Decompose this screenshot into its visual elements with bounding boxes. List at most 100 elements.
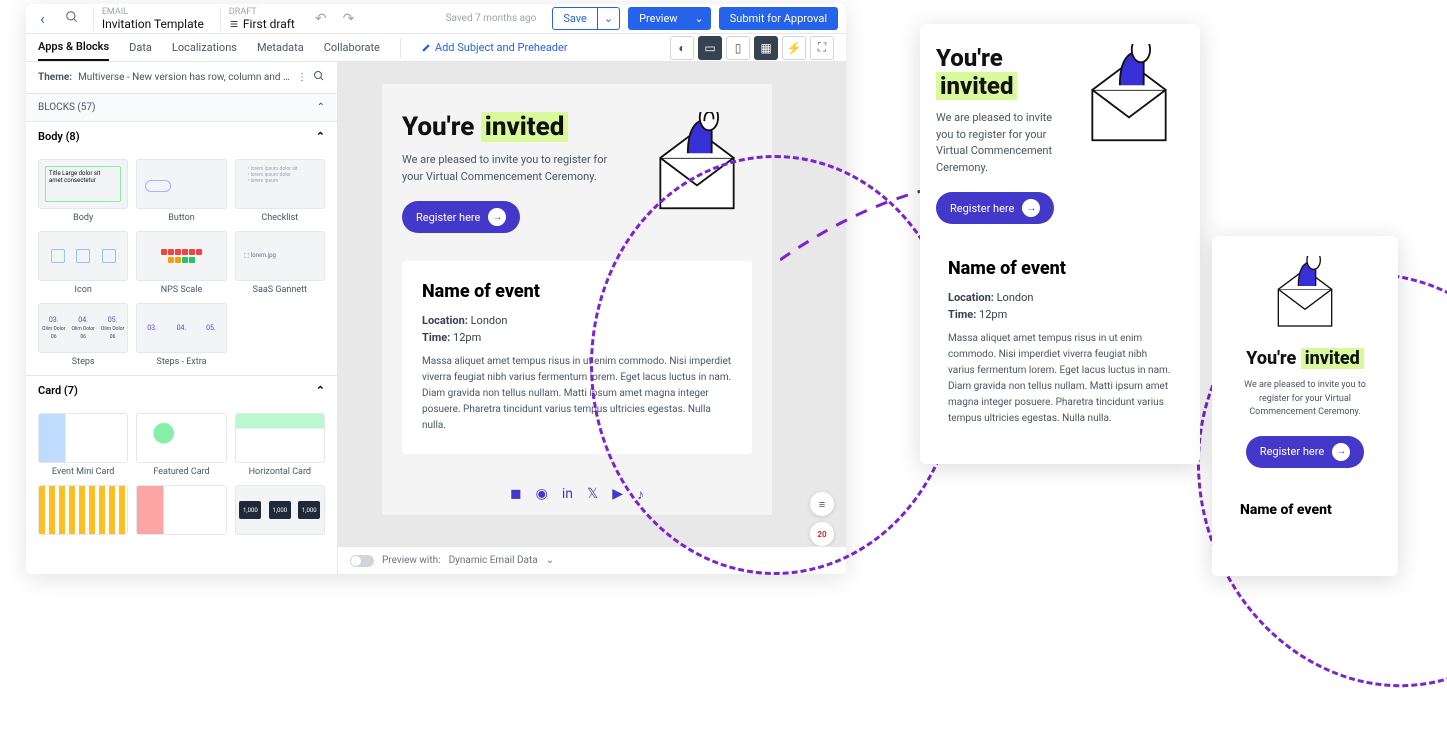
block-checklist[interactable]: Checklist <box>235 159 325 223</box>
breadcrumb-email[interactable]: EMAIL Invitation Template <box>93 7 212 31</box>
register-button[interactable]: Register here→ <box>402 201 520 233</box>
list-icon <box>229 19 239 29</box>
event-name: Name of event <box>422 281 732 302</box>
preview-dropdown[interactable]: ⌄ <box>689 7 711 30</box>
youtube-icon[interactable]: ▶ <box>612 486 623 503</box>
search-icon[interactable] <box>59 10 85 27</box>
block-event-mini[interactable]: Event Mini Card <box>38 413 128 477</box>
layers-icon[interactable]: ≡ <box>810 492 834 516</box>
block-card-4[interactable] <box>38 485 128 535</box>
theme-more-icon[interactable]: ⋮ <box>297 72 307 83</box>
save-dropdown[interactable]: ⌄ <box>598 7 620 30</box>
event-description: Massa aliquet amet tempus risus in ut en… <box>422 354 732 434</box>
tab-collaborate[interactable]: Collaborate <box>324 35 380 60</box>
canvas[interactable]: You're invited We are pleased to invite … <box>338 62 846 574</box>
arrow-icon: → <box>1022 199 1040 217</box>
mobile-preview: You're invited We are pleased to invite … <box>1212 236 1398 576</box>
arrow-icon: → <box>1332 443 1350 461</box>
theme-search-icon[interactable] <box>313 70 325 85</box>
settings-icon[interactable]: ⚡ <box>782 36 806 60</box>
blocks-section-header[interactable]: BLOCKS (57)⌃ <box>26 93 337 121</box>
hero-title: You're invited <box>402 112 630 142</box>
theme-name: Multiverse - New version has row, column… <box>78 72 291 83</box>
submit-button[interactable]: Submit for Approval <box>719 7 838 30</box>
event-description: Massa aliquet amet tempus risus in ut en… <box>948 331 1172 427</box>
chevron-up-icon: ⌃ <box>316 384 325 397</box>
instagram-icon[interactable]: ◉ <box>536 486 548 503</box>
block-steps-extra[interactable]: 03.04.05.Steps - Extra <box>136 303 226 367</box>
tabbar: Apps & Blocks Data Localizations Metadat… <box>26 34 846 62</box>
card-blocks-grid: Event Mini Card Featured Card Horizontal… <box>26 405 337 543</box>
mobile-view-icon[interactable]: ▯ <box>726 36 750 60</box>
arrow-icon: → <box>488 208 506 226</box>
tablet-preview: You're invited We are pleased to invite … <box>920 24 1200 464</box>
chevron-up-icon: ⌃ <box>317 102 325 113</box>
undo-button[interactable]: ↶ <box>311 11 331 27</box>
chevron-up-icon: ⌃ <box>316 130 325 143</box>
block-body[interactable]: Body <box>38 159 128 223</box>
preview-button[interactable]: Preview <box>628 7 688 30</box>
preview-toggle[interactable] <box>350 555 374 567</box>
block-empty <box>235 303 325 367</box>
expand-icon[interactable]: ⛶ <box>810 36 834 60</box>
hero-title: You're invited <box>1228 348 1382 369</box>
block-icon[interactable]: Icon <box>38 231 128 295</box>
redo-button[interactable]: ↷ <box>339 11 359 27</box>
theme-row[interactable]: Theme: Multiverse - New version has row,… <box>26 62 337 93</box>
hero-section: You're invited We are pleased to invite … <box>382 84 772 261</box>
event-time: Time: 12pm <box>422 331 732 344</box>
topbar: ‹ EMAIL Invitation Template DRAFT First … <box>26 4 846 34</box>
block-nps[interactable]: NPS Scale <box>136 231 226 295</box>
block-button[interactable]: Button <box>136 159 226 223</box>
bottombar: Preview with: Dynamic Email Data ⌄ <box>338 546 846 574</box>
event-name: Name of event <box>1240 502 1370 518</box>
back-button[interactable]: ‹ <box>34 9 51 28</box>
block-card-5[interactable] <box>136 485 226 535</box>
block-card-6[interactable]: 1,0001,0001,000 <box>235 485 325 535</box>
block-featured[interactable]: Featured Card <box>136 413 226 477</box>
hero-subtitle: We are pleased to invite you to register… <box>1228 379 1382 420</box>
pencil-icon <box>421 43 431 53</box>
preview-with-label: Preview with: <box>382 555 441 566</box>
dark-mode-icon[interactable]: ◐ <box>670 36 694 60</box>
error-count-badge[interactable]: 20 <box>810 522 834 546</box>
body-blocks-grid: Body Button Checklist Icon NPS Scale Saa… <box>26 151 337 375</box>
save-button[interactable]: Save <box>552 7 598 30</box>
tiktok-icon[interactable]: ♪ <box>637 486 644 503</box>
linkedin-icon[interactable]: in <box>562 486 573 503</box>
editor-app: ‹ EMAIL Invitation Template DRAFT First … <box>26 4 846 574</box>
card-accordion[interactable]: Card (7)⌃ <box>26 375 337 405</box>
envelope-illustration <box>642 112 752 222</box>
block-saas[interactable]: SaaS Gannett <box>235 231 325 295</box>
event-location: Location: London <box>422 314 732 327</box>
tab-data[interactable]: Data <box>129 35 152 60</box>
event-card: Name of event Location: London Time: 12p… <box>402 261 752 454</box>
email-preview[interactable]: You're invited We are pleased to invite … <box>382 84 772 515</box>
email-name: Invitation Template <box>102 17 204 31</box>
hero-title: You're invited <box>936 44 1062 100</box>
add-subject-link[interactable]: Add Subject and Preheader <box>421 41 568 54</box>
tab-metadata[interactable]: Metadata <box>257 35 304 60</box>
block-steps[interactable]: 03.Olim Dolor 0604.Olim Dolor 0605.Olim … <box>38 303 128 367</box>
grid-view-icon[interactable]: ▦ <box>754 36 778 60</box>
draft-label: DRAFT <box>229 7 295 17</box>
desktop-view-icon[interactable]: ▭ <box>698 36 722 60</box>
tab-localizations[interactable]: Localizations <box>172 35 237 60</box>
envelope-illustration <box>1074 44 1184 154</box>
saved-status: Saved 7 months ago <box>438 13 545 24</box>
block-horizontal[interactable]: Horizontal Card <box>235 413 325 477</box>
breadcrumb-draft[interactable]: DRAFT First draft <box>220 7 303 31</box>
email-label: EMAIL <box>102 7 204 17</box>
preview-with-value[interactable]: Dynamic Email Data <box>449 555 538 566</box>
register-button[interactable]: Register here→ <box>1246 436 1364 468</box>
body-accordion[interactable]: Body (8)⌃ <box>26 121 337 151</box>
hero-subtitle: We are pleased to invite you to register… <box>402 152 630 185</box>
chevron-down-icon[interactable]: ⌄ <box>546 555 554 566</box>
event-name: Name of event <box>948 258 1172 279</box>
register-button[interactable]: Register here→ <box>936 192 1054 224</box>
tab-apps-blocks[interactable]: Apps & Blocks <box>38 34 109 61</box>
facebook-icon[interactable]: ◼ <box>510 486 522 503</box>
x-icon[interactable]: 𝕏 <box>587 486 598 503</box>
social-icons: ◼ ◉ in 𝕏 ▶ ♪ <box>382 474 772 515</box>
social-icons: ◼ ◉ in 𝕏 ▶ ♪ <box>920 455 1200 464</box>
